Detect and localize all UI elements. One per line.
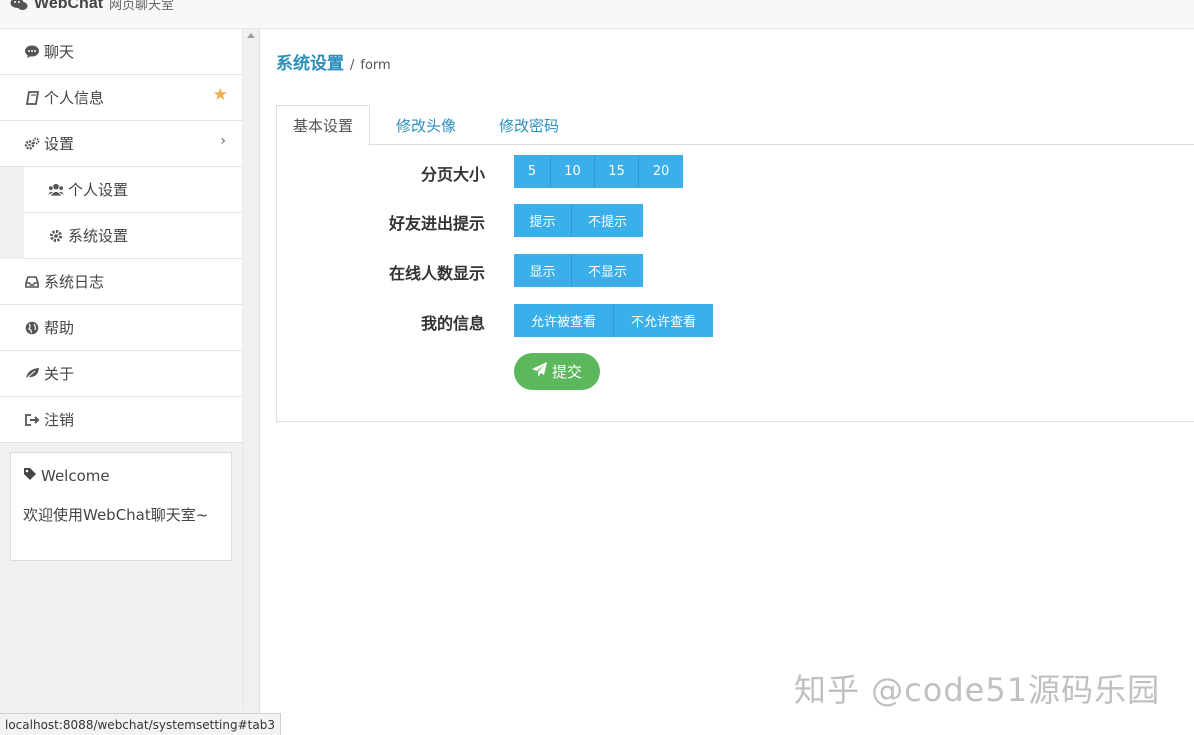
online-count-show-button[interactable]: 显示	[514, 254, 572, 287]
sidebar-item-label: 注销	[44, 411, 75, 429]
welcome-title: Welcome	[41, 467, 110, 485]
friend-notify-off-button[interactable]: 不提示	[572, 204, 643, 237]
tab-change-avatar[interactable]: 修改头像	[380, 105, 472, 145]
page-size-15-button[interactable]: 15	[595, 155, 639, 188]
main-content: 系统设置 / form 基本设置 修改头像 修改密码 分页大小 5 10 15	[260, 29, 1194, 735]
submit-label: 提交	[551, 363, 582, 381]
online-count-label: 在线人数显示	[388, 264, 485, 283]
sidebar-item-label: 系统日志	[44, 273, 105, 291]
page-size-5-button[interactable]: 5	[514, 155, 551, 188]
paper-plane-icon	[531, 362, 548, 381]
cog-icon	[48, 228, 64, 244]
sidebar-item-chat[interactable]: 聊天	[0, 29, 242, 75]
users-icon	[48, 182, 64, 198]
sidebar-item-personal-settings[interactable]: 个人设置	[24, 167, 242, 213]
tab-label: 修改头像	[396, 116, 457, 135]
online-count-button-group: 显示 不显示	[514, 254, 643, 287]
inbox-icon	[24, 274, 40, 290]
sidebar-item-logout[interactable]: 注销	[0, 397, 242, 443]
chevron-right-icon: ›	[220, 133, 226, 149]
friend-notify-button-group: 提示 不提示	[514, 204, 643, 237]
tab-change-password[interactable]: 修改密码	[483, 105, 575, 145]
comment-icon	[24, 44, 40, 60]
tab-bar: 基本设置 修改头像 修改密码	[276, 105, 1194, 146]
brand-subtitle: 网页聊天室	[109, 0, 175, 13]
page-size-10-button[interactable]: 10	[551, 155, 595, 188]
form-row-page-size: 分页大小 5 10 15 20	[277, 155, 1194, 188]
welcome-title-row: Welcome	[23, 467, 219, 485]
sidebar-item-settings[interactable]: 设置 ›	[0, 121, 242, 167]
online-count-hide-button[interactable]: 不显示	[572, 254, 643, 287]
friend-notify-on-button[interactable]: 提示	[514, 204, 572, 237]
page-size-20-button[interactable]: 20	[639, 155, 683, 188]
tab-label: 修改密码	[499, 116, 560, 135]
sidebar-item-label: 聊天	[44, 43, 75, 61]
breadcrumb: 系统设置 / form	[276, 49, 391, 74]
sidebar-item-label: 个人信息	[44, 89, 105, 107]
scroll-up-arrow-icon[interactable]	[247, 33, 255, 38]
welcome-card: Welcome 欢迎使用WebChat聊天室~	[10, 452, 232, 561]
submit-button[interactable]: 提交	[514, 353, 600, 390]
breadcrumb-current: form	[360, 58, 391, 73]
sidebar-item-label: 帮助	[44, 319, 75, 337]
top-navbar: WebChat 网页聊天室	[0, 0, 1194, 29]
my-info-label: 我的信息	[420, 314, 485, 333]
brand-name: WebChat	[34, 0, 104, 12]
sidebar-item-label: 关于	[44, 365, 75, 383]
star-icon: ★	[212, 85, 228, 105]
welcome-text: 欢迎使用WebChat聊天室~	[23, 506, 209, 524]
sidebar-scrollbar[interactable]	[242, 29, 259, 711]
globe-icon	[24, 320, 40, 336]
sidebar-item-system-log[interactable]: 系统日志	[0, 259, 242, 305]
my-info-button-group: 允许被查看 不允许查看	[514, 304, 713, 337]
book-icon	[24, 90, 40, 106]
cogs-icon	[24, 136, 40, 152]
brand[interactable]: WebChat 网页聊天室	[10, 0, 174, 13]
sign-out-icon	[24, 412, 40, 428]
wechat-icon	[10, 0, 28, 11]
tab-content-basic: 分页大小 5 10 15 20 好友进出提示 提示 不提示 在线人数显示 显示 …	[276, 145, 1194, 422]
tab-basic-settings[interactable]: 基本设置	[276, 105, 371, 146]
sidebar-item-help[interactable]: 帮助	[0, 305, 242, 351]
leaf-icon	[24, 366, 40, 382]
tag-icon	[23, 467, 37, 485]
tab-label: 基本设置	[293, 117, 354, 135]
sidebar-item-label: 个人设置	[68, 181, 129, 199]
sidebar-item-about[interactable]: 关于	[0, 351, 242, 397]
my-info-deny-button[interactable]: 不允许查看	[614, 304, 713, 337]
form-row-my-info: 我的信息 允许被查看 不允许查看	[277, 304, 1194, 337]
breadcrumb-separator: /	[350, 58, 355, 73]
form-row-friend-notify: 好友进出提示 提示 不提示	[277, 204, 1194, 237]
sidebar: 聊天 个人信息 ★ 设置 › 个人设置 系统设置 系统日志 帮助 关于 注销 W…	[0, 29, 260, 735]
settings-panel: 基本设置 修改头像 修改密码 分页大小 5 10 15 20 好友进出提示 提示…	[276, 105, 1194, 422]
sidebar-item-label: 系统设置	[68, 227, 129, 245]
sidebar-item-label: 设置	[44, 135, 75, 153]
page-title: 系统设置	[276, 54, 344, 74]
watermark: 知乎 @code51源码乐园	[794, 671, 1161, 709]
form-row-online-count: 在线人数显示 显示 不显示	[277, 254, 1194, 287]
my-info-allow-button[interactable]: 允许被查看	[514, 304, 614, 337]
sidebar-menu: 聊天 个人信息 ★ 设置 › 个人设置 系统设置 系统日志 帮助 关于 注销	[0, 29, 242, 443]
page-size-label: 分页大小	[420, 165, 485, 184]
status-bar-url: localhost:8088/webchat/systemsetting#tab…	[0, 713, 281, 735]
page-size-button-group: 5 10 15 20	[514, 155, 683, 188]
sidebar-item-system-settings[interactable]: 系统设置	[24, 213, 242, 259]
sidebar-item-profile[interactable]: 个人信息 ★	[0, 75, 242, 121]
friend-notify-label: 好友进出提示	[388, 214, 485, 233]
